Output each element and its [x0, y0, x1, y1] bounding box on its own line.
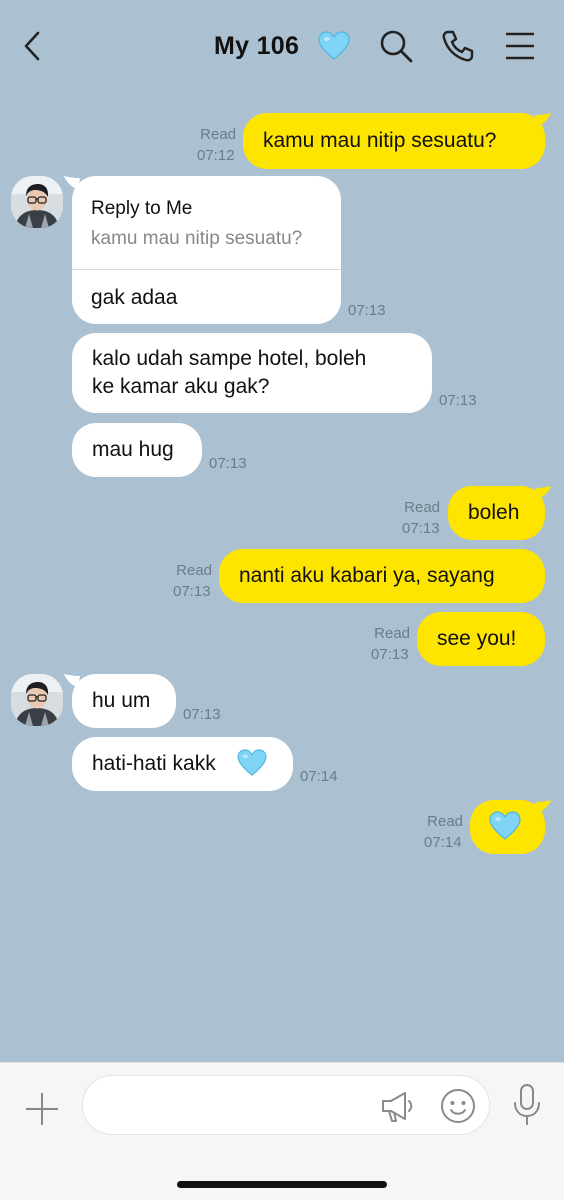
- phone-icon[interactable]: [440, 28, 476, 64]
- message-text-line: kalo udah sampe hotel, boleh: [92, 347, 367, 370]
- message-bubble[interactable]: hu um: [72, 674, 176, 728]
- menu-icon[interactable]: [502, 28, 538, 64]
- back-chevron-icon[interactable]: [18, 28, 48, 64]
- emoji-icon[interactable]: [439, 1087, 477, 1125]
- message-bubble[interactable]: mau hug: [72, 423, 202, 477]
- message-time: 07:13: [402, 520, 440, 537]
- chat-header: My 106: [0, 0, 564, 100]
- microphone-icon[interactable]: [512, 1083, 542, 1127]
- bubble-tail: [535, 800, 551, 816]
- message-time: 07:13: [348, 302, 386, 319]
- read-status: Read: [176, 562, 212, 579]
- message-bubble[interactable]: see you!: [417, 612, 545, 666]
- read-status: Read: [374, 625, 410, 642]
- light-blue-heart-icon: [489, 811, 521, 841]
- message-time: 07:14: [300, 768, 338, 785]
- chat-title: My 106: [214, 32, 300, 60]
- message-bubble[interactable]: nanti aku kabari ya, sayang: [219, 549, 545, 603]
- read-status: Read: [427, 813, 463, 830]
- message-bubble[interactable]: boleh: [448, 486, 545, 540]
- light-blue-heart-icon: [318, 31, 350, 61]
- message-text: hati-hati kakk: [92, 752, 216, 775]
- message-text: nanti aku kabari ya, sayang: [239, 564, 495, 587]
- light-blue-heart-icon: [237, 749, 267, 777]
- message-input[interactable]: [103, 1090, 377, 1122]
- plus-icon[interactable]: [24, 1091, 60, 1127]
- reply-header: Reply to Me: [91, 198, 193, 219]
- message-text: mau hug: [92, 438, 174, 461]
- reply-divider: [72, 269, 341, 270]
- message-time: 07:13: [209, 455, 247, 472]
- message-text: boleh: [468, 501, 520, 524]
- message-time: 07:13: [183, 706, 221, 723]
- read-status: Read: [200, 126, 236, 143]
- message-text: kamu mau nitip sesuatu?: [263, 129, 497, 152]
- message-bubble[interactable]: [470, 800, 545, 854]
- message-time: 07:14: [424, 834, 462, 851]
- message-time: 07:13: [439, 392, 477, 409]
- message-bubble[interactable]: kalo udah sampe hotel, boleh ke kamar ak…: [72, 333, 432, 413]
- message-bubble[interactable]: hati-hati kakk: [72, 737, 293, 791]
- message-time: 07:12: [197, 147, 235, 164]
- bubble-tail: [535, 113, 551, 129]
- reply-quoted-text: kamu mau nitip sesuatu?: [91, 228, 303, 249]
- bubble-tail: [535, 486, 551, 502]
- message-text: hu um: [92, 689, 151, 712]
- message-composer: [0, 1062, 564, 1200]
- message-bubble[interactable]: kamu mau nitip sesuatu?: [243, 113, 545, 169]
- message-text: gak adaa: [91, 286, 178, 309]
- message-text-line: ke kamar aku gak?: [92, 375, 270, 398]
- message-text: see you!: [437, 627, 517, 650]
- megaphone-icon[interactable]: [379, 1088, 415, 1124]
- avatar[interactable]: [11, 674, 63, 726]
- message-time: 07:13: [371, 646, 409, 663]
- search-icon[interactable]: [378, 28, 414, 64]
- reply-message-bubble[interactable]: Reply to Me kamu mau nitip sesuatu? gak …: [72, 176, 341, 324]
- message-time: 07:13: [173, 583, 211, 600]
- read-status: Read: [404, 499, 440, 516]
- home-indicator[interactable]: [177, 1181, 387, 1188]
- avatar[interactable]: [11, 176, 63, 228]
- message-input-box[interactable]: [82, 1075, 490, 1135]
